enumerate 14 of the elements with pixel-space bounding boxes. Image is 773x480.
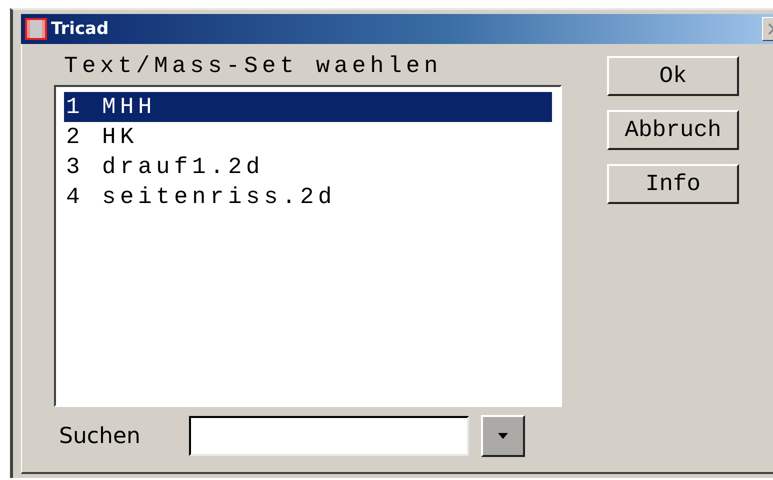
window-title: Tricad	[51, 19, 109, 39]
prompt-label: Text/Mass-Set waehlen	[64, 52, 444, 80]
app-icon	[25, 18, 47, 40]
dropdown-button[interactable]	[481, 415, 525, 457]
dialog-button[interactable]: Ok	[607, 56, 739, 96]
list-item[interactable]: 4 seitenriss.2d	[64, 182, 552, 212]
list-item[interactable]: 1 MHH	[64, 92, 552, 122]
caret-icon	[498, 433, 508, 439]
dialog-button[interactable]: Abbruch	[607, 110, 739, 150]
list-item[interactable]: 2 HK	[64, 122, 552, 152]
dialog-button[interactable]: Info	[607, 164, 739, 204]
search-label: Suchen	[59, 424, 142, 448]
search-field[interactable]	[189, 416, 469, 456]
list-item[interactable]: 3 drauf1.2d	[64, 152, 552, 182]
